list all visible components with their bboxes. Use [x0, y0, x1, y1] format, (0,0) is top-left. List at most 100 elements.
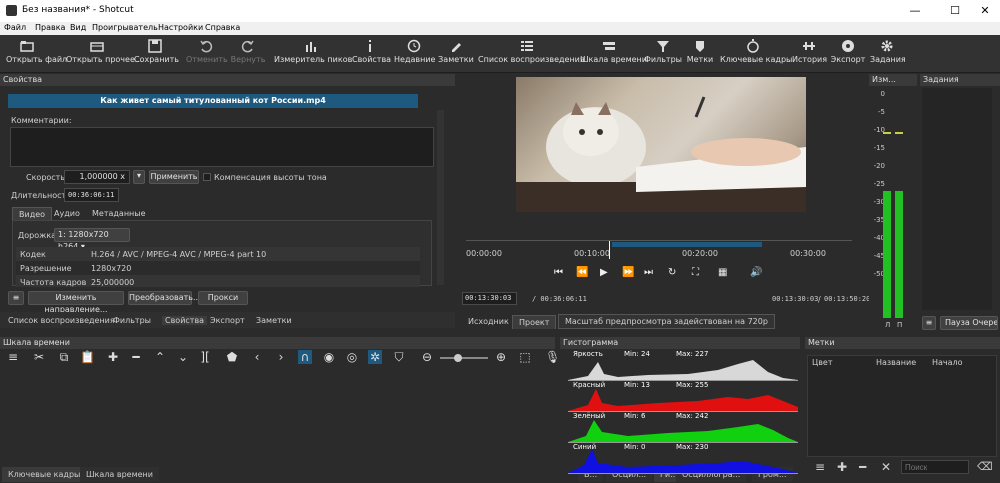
zoom-out-icon[interactable]: ⊖ — [420, 350, 434, 364]
menu-icon[interactable]: ≡ — [8, 291, 24, 305]
scrub-icon[interactable]: ◉ — [322, 350, 336, 364]
menu-settings[interactable]: Настройки — [158, 23, 203, 32]
grid-icon[interactable]: ▦ — [718, 267, 727, 278]
overwrite-icon[interactable]: ⌄ — [176, 350, 190, 364]
markers-button[interactable]: Метки — [686, 37, 714, 71]
ripple-icon[interactable]: ◎ — [345, 350, 359, 364]
recent-button[interactable]: Недавние — [394, 37, 435, 71]
fast-forward-icon[interactable]: ⏩ — [622, 267, 634, 278]
menu-view[interactable]: Вид — [70, 23, 86, 32]
close-button[interactable]: ✕ — [970, 3, 1000, 19]
reverse-button[interactable]: Изменить направление... — [28, 291, 124, 314]
remove-marker-icon[interactable]: ━ — [859, 460, 866, 474]
speed-dropdown[interactable]: ▾ — [133, 170, 145, 184]
playhead[interactable] — [609, 241, 610, 259]
markers-menu-icon[interactable]: ≡ — [815, 460, 825, 474]
paste-icon[interactable]: 📋 — [80, 350, 95, 364]
append-icon[interactable]: ✚ — [106, 350, 120, 364]
position-field[interactable]: 00:13:30:03 — [462, 292, 517, 305]
comments-field[interactable] — [10, 127, 434, 167]
zoom-fit-icon[interactable]: ⬚ — [518, 350, 532, 364]
player-ruler[interactable]: 00:00:00 00:10:00 00:20:00 00:30:00 — [466, 240, 852, 260]
timeline-button[interactable]: Шкала времени — [580, 37, 647, 71]
play-icon[interactable]: ▶ — [600, 267, 608, 278]
undo-button[interactable]: Отменить — [186, 37, 228, 71]
info-icon — [369, 40, 371, 52]
skip-previous-icon[interactable]: ⏮ — [554, 267, 563, 278]
pitch-checkbox[interactable] — [203, 173, 211, 181]
copy-icon[interactable]: ⧉ — [57, 350, 71, 364]
jobs-menu-icon[interactable]: ≡ — [922, 316, 936, 330]
properties-button[interactable]: Свойства — [352, 37, 391, 71]
tab-project[interactable]: Проект — [512, 315, 557, 329]
add-marker-icon[interactable]: ✚ — [837, 460, 847, 474]
open-file-button[interactable]: Открыть файл — [6, 37, 67, 71]
keyframes-button[interactable]: Ключевые кадры — [720, 37, 792, 71]
track-select[interactable]: 1: 1280x720 h264 ▾ — [54, 228, 130, 251]
row-value: H.264 / AVC / MPEG-4 AVC / MPEG-4 part 1… — [91, 250, 267, 259]
pause-queue-button[interactable]: Пауза Очереди — [940, 316, 998, 330]
split-icon[interactable]: ][ — [198, 350, 212, 364]
history-button[interactable]: История — [792, 37, 827, 71]
keyframes-label: Ключевые кадры — [720, 55, 793, 64]
menu-edit[interactable]: Правка — [35, 23, 65, 32]
zoom-icon[interactable]: ⛶ — [692, 267, 699, 278]
zoom-in-icon[interactable]: ⊕ — [494, 350, 508, 364]
tab-video[interactable]: Видео — [12, 207, 53, 221]
menu-player[interactable]: Проигрыватель — [92, 23, 158, 32]
filters-button[interactable]: Фильтры — [644, 37, 682, 71]
maximize-button[interactable]: ☐ — [940, 3, 970, 19]
apply-button[interactable]: Применить — [149, 170, 199, 184]
tab-properties[interactable]: Свойства — [162, 316, 208, 325]
ripple-all-icon[interactable]: ✲ — [368, 350, 382, 364]
col-color: Цвет — [812, 358, 833, 367]
tab-audio[interactable]: Аудио — [48, 207, 86, 220]
menu-file[interactable]: Файл — [4, 23, 26, 32]
skip-next-icon[interactable]: ⏭ — [644, 267, 653, 278]
playlist-button[interactable]: Список воспроизведения — [478, 37, 585, 71]
export-button[interactable]: Экспорт — [830, 37, 866, 71]
ripple-markers-icon[interactable]: ⛉ — [392, 350, 406, 364]
notes-button[interactable]: Заметки — [438, 37, 474, 71]
next-marker-icon[interactable]: › — [274, 350, 288, 364]
minimize-button[interactable]: — — [900, 3, 930, 19]
rewind-icon[interactable]: ⏪ — [576, 267, 588, 278]
volume-icon[interactable]: 🔊 — [750, 267, 762, 278]
convert-button[interactable]: Преобразовать... — [128, 291, 201, 305]
properties-title: Свойства — [0, 74, 455, 86]
redo-button[interactable]: Вернуть — [230, 37, 266, 71]
snap-icon[interactable]: ∩ — [298, 350, 312, 364]
tab-notes[interactable]: Заметки — [256, 316, 292, 325]
loop-icon[interactable]: ↻ — [668, 267, 676, 278]
tab-metadata[interactable]: Метаданные — [86, 207, 152, 220]
window-title: Без названия* - Shotcut — [22, 5, 134, 15]
tab-export[interactable]: Экспорт — [210, 316, 245, 325]
cut-icon[interactable]: ✂ — [32, 350, 46, 364]
marker-search-input[interactable] — [901, 460, 969, 474]
tab-timeline[interactable]: Шкала времени — [80, 467, 159, 482]
jobs-button[interactable]: Задания — [870, 37, 906, 71]
save-button[interactable]: Сохранить — [134, 37, 179, 71]
microphone-icon[interactable]: 🎙 — [545, 350, 560, 364]
tab-source[interactable]: Исходник — [462, 315, 515, 328]
scrollbar[interactable] — [437, 110, 444, 285]
tab-playlist[interactable]: Список воспроизведения — [8, 316, 115, 325]
clear-search-icon[interactable]: ⌫ — [977, 460, 993, 473]
remove-icon[interactable]: ━ — [129, 350, 143, 364]
zoom-slider[interactable] — [440, 354, 488, 362]
clear-markers-icon[interactable]: ✕ — [881, 460, 891, 474]
open-other-button[interactable]: Открыть прочее... — [66, 37, 143, 71]
zoom-slider-handle[interactable] — [454, 354, 462, 362]
proxy-button[interactable]: Прокси — [198, 291, 248, 305]
lift-icon[interactable]: ⌃ — [153, 350, 167, 364]
duration-field[interactable]: 00:36:06:11 — [64, 188, 119, 202]
marker-add-icon[interactable]: ⬟ — [225, 350, 239, 364]
peak-meter-button[interactable]: Измеритель пиков — [274, 37, 352, 71]
tab-filters[interactable]: Фильтры — [113, 316, 151, 325]
tab-keyframes[interactable]: Ключевые кадры — [2, 467, 87, 482]
timeline-menu-icon[interactable]: ≡ — [6, 350, 20, 364]
prev-marker-icon[interactable]: ‹ — [250, 350, 264, 364]
menu-help[interactable]: Справка — [205, 23, 240, 32]
video-frame[interactable] — [516, 77, 806, 212]
speed-input[interactable]: 1,000000 x — [64, 170, 130, 184]
